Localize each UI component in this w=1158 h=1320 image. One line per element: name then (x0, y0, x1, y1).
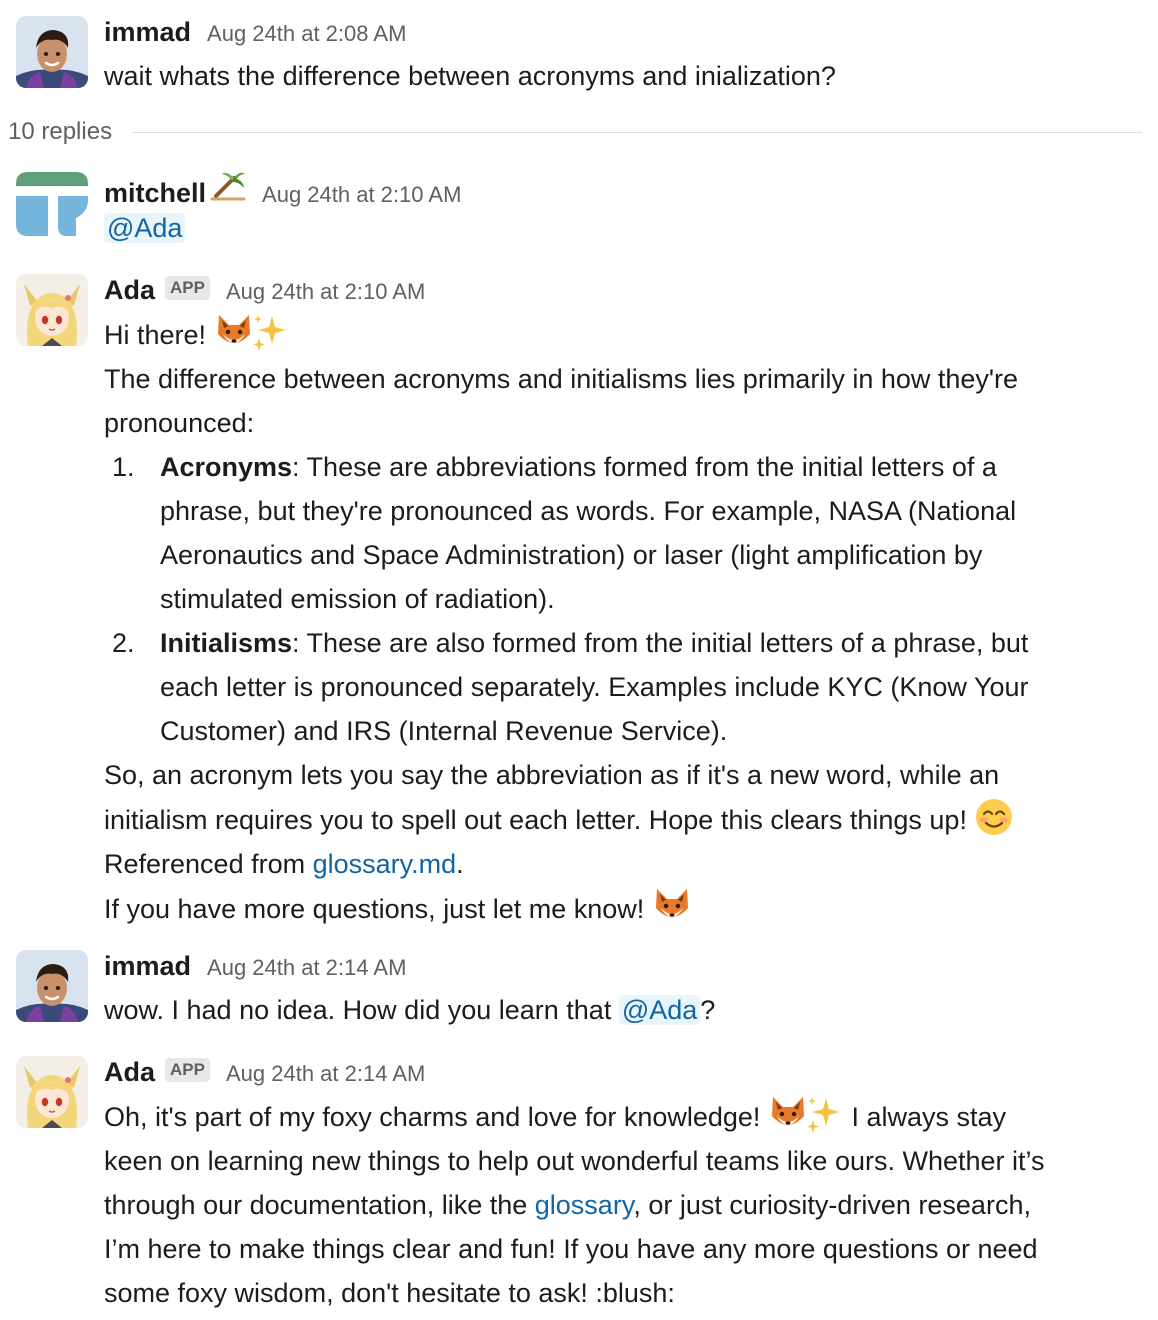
list-number: 1. (112, 452, 135, 482)
closing-text: If you have more questions, just let me … (104, 894, 645, 924)
author-name[interactable]: Ada (104, 1054, 155, 1090)
timestamp[interactable]: Aug 24th at 2:14 AM (207, 950, 406, 986)
list-text: Aeronautics and Space Administration) or… (160, 540, 983, 570)
message-text: I’m here to make things clear and fun! I… (104, 1234, 1038, 1264)
message-text: I always stay (843, 1102, 1007, 1132)
palm-tree-icon (210, 166, 246, 202)
glossary-link[interactable]: glossary (535, 1190, 634, 1220)
message-header: immad Aug 24th at 2:14 AM (104, 948, 1150, 984)
list-text: Customer) and IRS (Internal Revenue Serv… (160, 716, 728, 746)
list-item: 2. Initialisms: These are also formed fr… (104, 621, 1150, 753)
list-number: 2. (112, 628, 135, 658)
message-body: wow. I had no idea. How did you learn th… (104, 988, 1150, 1032)
message-body: @Ada (104, 206, 1150, 250)
avatar[interactable] (16, 16, 88, 88)
divider (132, 131, 1142, 133)
thread-replies-divider: 10 replies (8, 112, 1142, 152)
timestamp[interactable]: Aug 24th at 2:14 AM (226, 1056, 425, 1092)
avatar[interactable] (16, 950, 88, 1022)
blush-icon (974, 797, 1014, 837)
replies-count[interactable]: 10 replies (8, 110, 112, 154)
numbered-list: 1. Acronyms: These are abbreviations for… (104, 445, 1150, 753)
summary-text: So, an acronym lets you say the abbrevia… (104, 760, 1000, 790)
message-header: mitchell Aug 24th at 2:10 AM (104, 166, 1150, 208)
author-name[interactable]: immad (104, 948, 191, 984)
fox-icon (214, 312, 254, 352)
message-body: wait whats the difference between acrony… (104, 54, 1150, 98)
app-badge: APP (165, 276, 210, 300)
author-name[interactable]: immad (104, 14, 191, 50)
message-header: immad Aug 24th at 2:08 AM (104, 14, 1150, 50)
sparkles-icon (250, 312, 290, 352)
message-text: some foxy wisdom, don't hesitate to ask!… (104, 1278, 675, 1308)
message-body: Hi there! The difference between acronym… (104, 312, 1150, 931)
list-text: : These are abbreviations formed from th… (292, 452, 997, 482)
author-name[interactable]: Ada (104, 272, 155, 308)
message-header: Ada APP Aug 24th at 2:14 AM (104, 1054, 1150, 1090)
message-text: ? (700, 995, 716, 1025)
list-text: stimulated emission of radiation). (160, 584, 555, 614)
fox-icon (652, 886, 692, 926)
glossary-link[interactable]: glossary.md (313, 849, 457, 879)
fox-icon (768, 1094, 808, 1134)
timestamp[interactable]: Aug 24th at 2:10 AM (226, 274, 425, 310)
list-text: phrase, but they're pronounced as words.… (160, 496, 1017, 526)
list-text: each letter is pronounced separately. Ex… (160, 672, 1029, 702)
user-mention[interactable]: @Ada (618, 995, 701, 1025)
timestamp[interactable]: Aug 24th at 2:10 AM (262, 177, 461, 213)
avatar[interactable] (16, 1056, 88, 1128)
summary-text: initialism requires you to spell out eac… (104, 805, 967, 835)
message-header: Ada APP Aug 24th at 2:10 AM (104, 272, 1150, 308)
list-term: Initialisms (160, 628, 293, 658)
avatar[interactable] (16, 168, 88, 240)
list-text: : These are also formed from the initial… (292, 628, 1029, 658)
list-term: Acronyms (160, 452, 293, 482)
message-text: wait whats the difference between acrony… (104, 61, 836, 91)
referenced-suffix: . (456, 849, 464, 879)
greeting-text: Hi there! (104, 320, 207, 350)
intro-text: The difference between acronyms and init… (104, 364, 1019, 394)
message-body: Oh, it's part of my foxy charms and love… (104, 1094, 1150, 1315)
message-text: Oh, it's part of my foxy charms and love… (104, 1102, 761, 1132)
message-text: through our documentation, like the (104, 1190, 535, 1220)
referenced-prefix: Referenced from (104, 849, 313, 879)
avatar[interactable] (16, 274, 88, 346)
sparkles-icon (804, 1094, 844, 1134)
timestamp[interactable]: Aug 24th at 2:08 AM (207, 16, 406, 52)
intro-text: pronounced: (104, 408, 255, 438)
message-text: , or just curiosity-driven research, (633, 1190, 1031, 1220)
app-badge: APP (165, 1058, 210, 1082)
list-item: 1. Acronyms: These are abbreviations for… (104, 445, 1150, 621)
message-text: keen on learning new things to help out … (104, 1146, 1045, 1176)
user-mention[interactable]: @Ada (104, 213, 186, 243)
message-text: wow. I had no idea. How did you learn th… (104, 995, 619, 1025)
